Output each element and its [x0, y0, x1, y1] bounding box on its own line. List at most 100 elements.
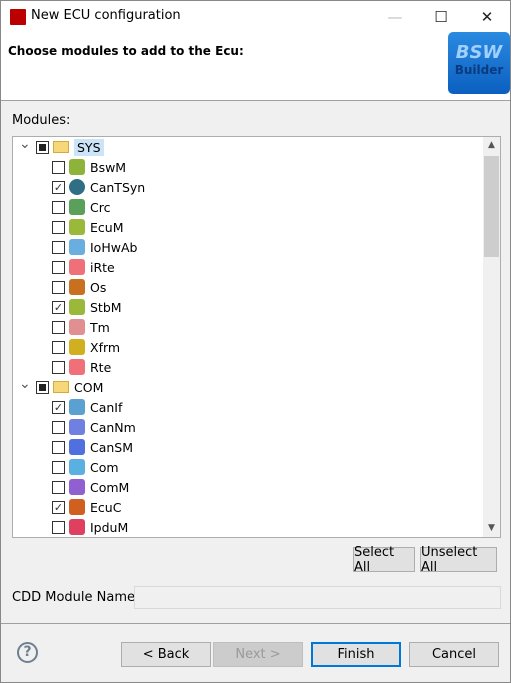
module-checkbox[interactable]: [52, 220, 65, 234]
module-checkbox[interactable]: [52, 420, 65, 434]
window-title: New ECU configuration: [31, 8, 181, 23]
module-checkbox[interactable]: [52, 260, 65, 274]
module-checkbox[interactable]: [52, 160, 65, 174]
maximize-button[interactable]: ☐: [418, 1, 464, 32]
close-button[interactable]: ✕: [464, 1, 510, 32]
finish-button[interactable]: Finish: [311, 642, 401, 667]
stbm-icon: [69, 299, 85, 315]
module-checkbox[interactable]: ✓: [52, 180, 65, 194]
cdd-module-name-input[interactable]: [134, 586, 501, 609]
dialog-window: New ECU configuration — ☐ ✕ Choose modul…: [0, 0, 511, 683]
tree-item-row[interactable]: IpduM: [52, 517, 128, 537]
vertical-scrollbar[interactable]: ▲ ▼: [483, 137, 500, 537]
module-label: CanTSyn: [90, 179, 146, 195]
cannm-icon: [69, 419, 85, 435]
module-checkbox[interactable]: [52, 340, 65, 354]
tree-group-row[interactable]: ⌄ SYS: [19, 137, 104, 157]
group-checkbox[interactable]: [36, 140, 49, 154]
bsw-builder-logo: BSW Builder: [448, 32, 510, 94]
tree-item-row[interactable]: CanNm: [52, 417, 136, 437]
group-checkbox[interactable]: [36, 380, 49, 394]
tree-item-row[interactable]: ✓ StbM: [52, 297, 122, 317]
module-label: Rte: [90, 359, 112, 375]
cantsyn-icon: [69, 179, 85, 195]
minimize-button[interactable]: —: [372, 1, 418, 32]
ipdum-icon: [69, 519, 85, 535]
comm-icon: [69, 479, 85, 495]
tree-item-row[interactable]: CanSM: [52, 437, 133, 457]
module-label: Com: [90, 459, 119, 475]
module-checkbox[interactable]: [52, 480, 65, 494]
tree-item-row[interactable]: BswM: [52, 157, 126, 177]
scrollbar-thumb[interactable]: [484, 156, 499, 257]
rte-icon: [69, 359, 85, 375]
chevron-down-icon[interactable]: ⌄: [19, 137, 31, 152]
module-checkbox[interactable]: [52, 520, 65, 534]
module-checkbox[interactable]: [52, 240, 65, 254]
next-button[interactable]: Next >: [213, 642, 303, 667]
canif-icon: [69, 399, 85, 415]
tree-item-row[interactable]: ✓ CanIf: [52, 397, 122, 417]
ecuc-icon: [69, 499, 85, 515]
scroll-up-arrow[interactable]: ▲: [483, 137, 500, 154]
select-all-button[interactable]: Select All: [353, 545, 415, 575]
ecum-icon: [69, 219, 85, 235]
tree-item-row[interactable]: Tm: [52, 317, 110, 337]
tree-item-row[interactable]: IoHwAb: [52, 237, 137, 257]
module-checkbox[interactable]: [52, 320, 65, 334]
module-checkbox[interactable]: [52, 460, 65, 474]
os-gears-icon: [69, 279, 85, 295]
bswm-icon: [69, 159, 85, 175]
module-checkbox[interactable]: ✓: [52, 300, 65, 314]
tree-item-row[interactable]: ✓ EcuC: [52, 497, 121, 517]
tree-item-row[interactable]: EcuM: [52, 217, 123, 237]
app-icon: [10, 9, 26, 25]
scroll-down-arrow[interactable]: ▼: [483, 520, 500, 537]
module-label: ComM: [90, 479, 130, 495]
module-checkbox[interactable]: [52, 360, 65, 374]
module-label: EcuC: [90, 499, 122, 515]
tree-item-row[interactable]: ✓ CanTSyn: [52, 177, 145, 197]
chevron-down-icon[interactable]: ⌄: [19, 376, 31, 392]
module-checkbox[interactable]: [52, 440, 65, 454]
wizard-header: Choose modules to add to the Ecu: BSW Bui…: [1, 32, 510, 101]
cdd-module-name-label: CDD Module Name:: [12, 590, 140, 605]
cansm-icon: [69, 439, 85, 455]
module-checkbox[interactable]: ✓: [52, 400, 65, 414]
cancel-button[interactable]: Cancel: [409, 642, 499, 667]
module-label: CanNm: [90, 419, 136, 435]
tree-item-row[interactable]: Com: [52, 457, 119, 477]
tree-group-label: COM: [74, 379, 104, 395]
iohwab-icon: [69, 239, 85, 255]
module-checkbox[interactable]: [52, 280, 65, 294]
module-label: Xfrm: [90, 339, 121, 355]
module-label: CanIf: [90, 399, 123, 415]
tree-item-row[interactable]: Xfrm: [52, 337, 120, 357]
tree-item-row[interactable]: iRte: [52, 257, 115, 277]
unselect-all-button[interactable]: Unselect All: [420, 545, 497, 575]
tm-icon: [69, 319, 85, 335]
module-label: IoHwAb: [90, 239, 138, 255]
tree-item-row[interactable]: ComM: [52, 477, 129, 497]
tree-group-row[interactable]: ⌄ COM: [19, 376, 104, 397]
page-heading: Choose modules to add to the Ecu:: [8, 44, 244, 58]
modules-tree[interactable]: ▲ ▼ ⌄ SYS BswM ✓ CanTSyn Crc EcuM IoHwAb iRte Os ✓…: [12, 136, 501, 538]
module-checkbox[interactable]: ✓: [52, 500, 65, 514]
separator: [1, 623, 510, 624]
tree-item-row[interactable]: Rte: [52, 357, 111, 377]
tree-item-row[interactable]: Crc: [52, 197, 110, 217]
xfrm-icon: [69, 339, 85, 355]
back-button[interactable]: < Back: [121, 642, 211, 667]
tree-group-label: SYS: [74, 138, 104, 156]
folder-icon: [53, 141, 69, 153]
folder-icon: [53, 381, 69, 393]
module-checkbox[interactable]: [52, 200, 65, 214]
irte-icon: [69, 259, 85, 275]
modules-label: Modules:: [12, 113, 71, 128]
module-label: iRte: [90, 259, 115, 275]
help-icon[interactable]: ?: [17, 642, 38, 663]
module-label: IpduM: [90, 519, 129, 535]
module-label: CanSM: [90, 439, 134, 455]
tree-item-row[interactable]: Os: [52, 277, 106, 297]
module-label: Crc: [90, 199, 111, 215]
